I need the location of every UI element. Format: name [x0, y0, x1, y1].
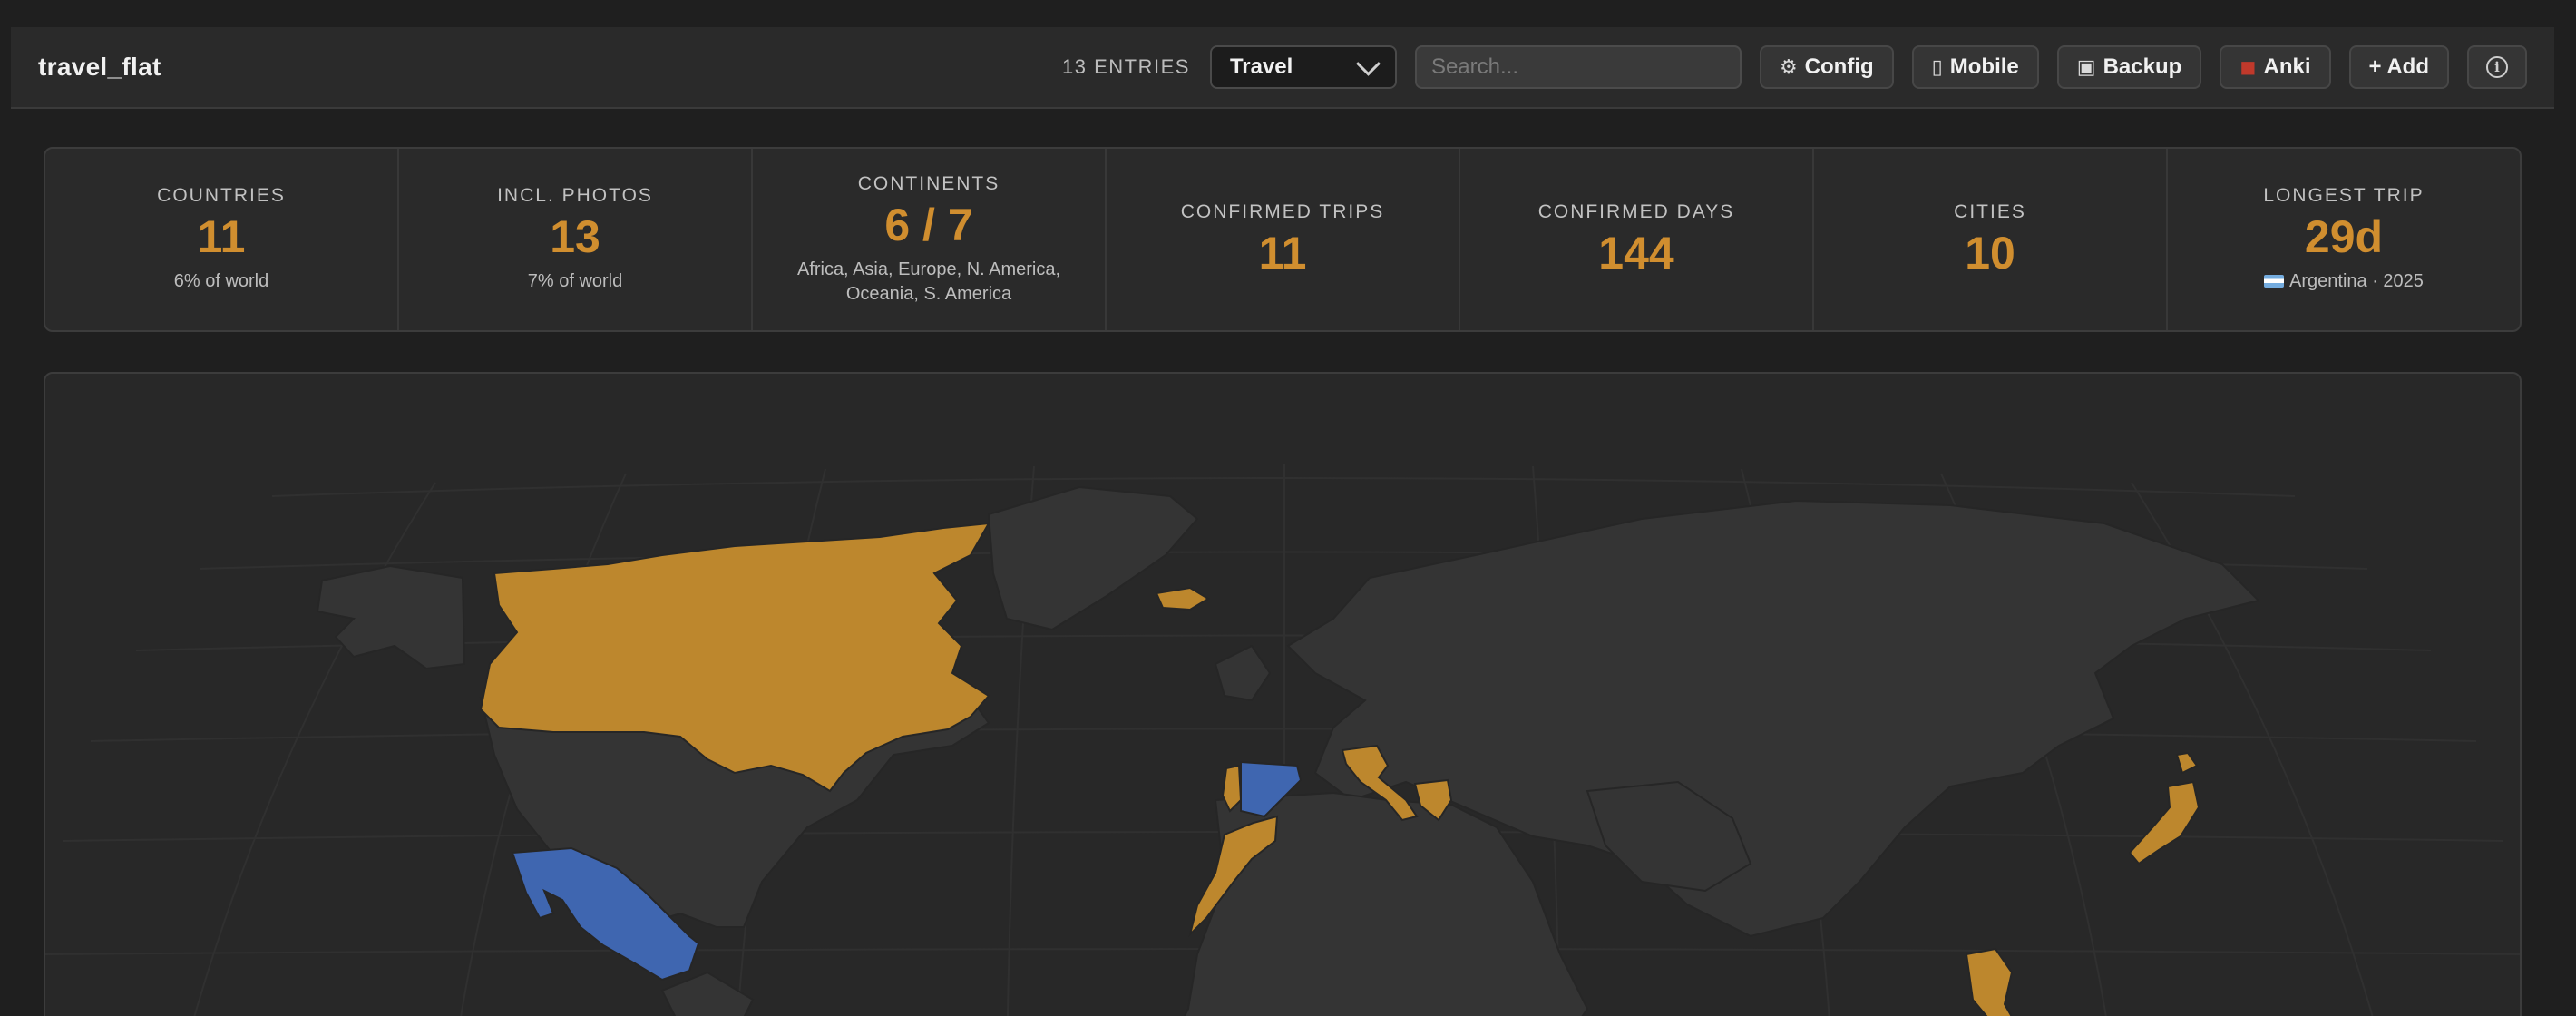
stat-subtext: Argentina · 2025	[2264, 269, 2424, 294]
argentina-flag-icon	[2264, 275, 2285, 288]
stat-value: 13	[550, 211, 600, 262]
anki-button[interactable]: ◼ Anki	[2220, 45, 2331, 89]
anki-button-label: Anki	[2263, 54, 2311, 79]
stat-longest-trip: LONGEST TRIP 29d Argentina · 2025	[2168, 149, 2520, 330]
stat-confirmed-days: CONFIRMED DAYS 144	[1460, 149, 1814, 330]
category-select[interactable]: Travel	[1209, 45, 1397, 89]
stat-confirmed-trips: CONFIRMED TRIPS 11	[1107, 149, 1460, 330]
info-icon: i	[2486, 56, 2508, 78]
stat-cities: CITIES 10	[1814, 149, 2168, 330]
stat-label: CONFIRMED DAYS	[1537, 200, 1735, 222]
flashcard-icon: ◼	[2239, 55, 2257, 78]
toolbar: 13 ENTRIES Travel ⚙ Config ▯ Mobile ▣ Ba…	[1062, 45, 2527, 89]
stat-value: 11	[197, 211, 246, 262]
category-select-value: Travel	[1229, 54, 1293, 79]
country-iceland[interactable]	[1155, 586, 1210, 611]
stat-value: 11	[1258, 227, 1307, 278]
stat-label: CONFIRMED TRIPS	[1180, 200, 1385, 222]
backup-button-label: Backup	[2103, 54, 2182, 79]
stat-label: CITIES	[1954, 200, 2026, 222]
country-japan[interactable]	[2128, 751, 2200, 865]
backup-button[interactable]: ▣ Backup	[2056, 45, 2202, 89]
config-button[interactable]: ⚙ Config	[1759, 45, 1894, 89]
stat-continents: CONTINENTS 6 / 7 Africa, Asia, Europe, N…	[753, 149, 1107, 330]
phone-icon: ▯	[1931, 55, 1943, 78]
top-bar: travel_flat 13 ENTRIES Travel ⚙ Config ▯…	[11, 27, 2554, 109]
add-button[interactable]: + Add	[2348, 45, 2449, 89]
stat-value: 10	[1965, 227, 2015, 278]
stat-countries: COUNTRIES 11 6% of world	[45, 149, 399, 330]
gear-icon: ⚙	[1779, 55, 1798, 78]
app-title: travel_flat	[38, 53, 161, 81]
stat-label: LONGEST TRIP	[2263, 185, 2425, 206]
mobile-button-label: Mobile	[1949, 54, 2019, 79]
entry-count: 13 ENTRIES	[1062, 55, 1190, 78]
add-button-label: + Add	[2368, 54, 2429, 79]
stat-label: INCL. PHOTOS	[497, 185, 653, 206]
stat-subtext: Africa, Asia, Europe, N. America, Oceani…	[796, 259, 1061, 304]
chevron-down-icon	[1356, 51, 1381, 76]
stat-value: 144	[1598, 227, 1674, 278]
stat-label: COUNTRIES	[157, 185, 286, 206]
stat-subtext: 6% of world	[173, 271, 269, 291]
search-input[interactable]	[1414, 45, 1742, 89]
world-map[interactable]	[45, 374, 2522, 1016]
stat-subtext-text: Argentina · 2025	[2289, 271, 2424, 291]
stat-label: CONTINENTS	[857, 172, 1000, 194]
country-thailand[interactable]	[1965, 947, 2023, 1016]
stat-subtext: 7% of world	[527, 271, 623, 291]
stat-photos: INCL. PHOTOS 13 7% of world	[399, 149, 753, 330]
mobile-button[interactable]: ▯ Mobile	[1911, 45, 2039, 89]
config-button-label: Config	[1804, 54, 1874, 79]
stats-bar: COUNTRIES 11 6% of world INCL. PHOTOS 13…	[44, 147, 2522, 332]
stat-value: 29d	[2304, 211, 2384, 262]
stat-value: 6 / 7	[884, 199, 973, 250]
world-map-card	[44, 372, 2522, 1016]
floppy-disk-icon: ▣	[2076, 55, 2096, 78]
info-button[interactable]: i	[2467, 45, 2527, 89]
app-root: travel_flat 13 ENTRIES Travel ⚙ Config ▯…	[0, 0, 2576, 1016]
